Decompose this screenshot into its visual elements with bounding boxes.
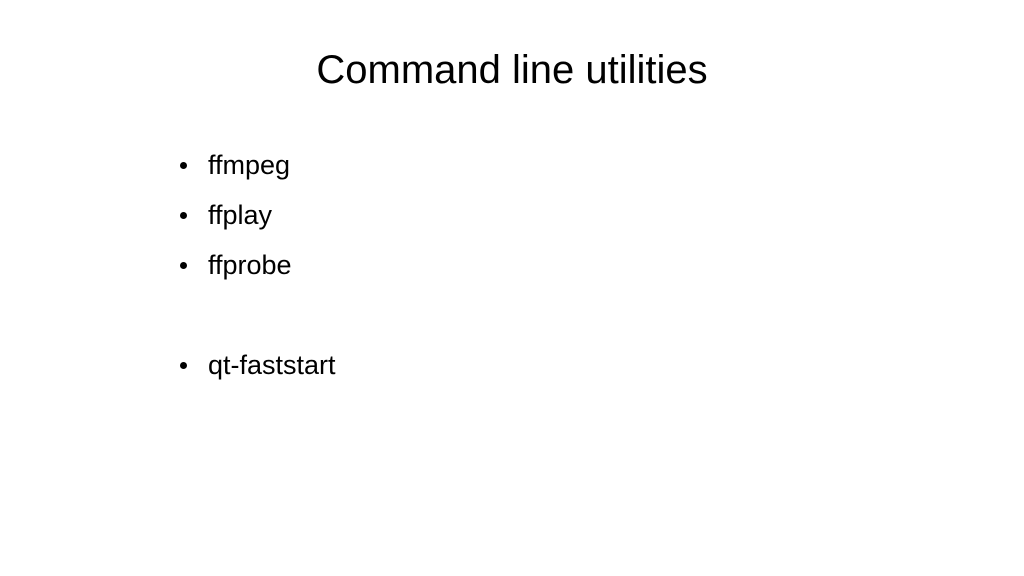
slide-title: Command line utilities [0,48,1024,93]
list-item: ffprobe [180,241,1024,291]
list-item: qt-faststart [180,341,1024,391]
slide: Command line utilities ffmpeg ffplay ffp… [0,0,1024,576]
list-item: ffplay [180,191,1024,241]
list-item: ffmpeg [180,141,1024,191]
bullet-list: ffmpeg ffplay ffprobe qt-faststart [180,141,1024,391]
slide-content: ffmpeg ffplay ffprobe qt-faststart [180,141,1024,391]
list-item-blank [180,291,1024,341]
